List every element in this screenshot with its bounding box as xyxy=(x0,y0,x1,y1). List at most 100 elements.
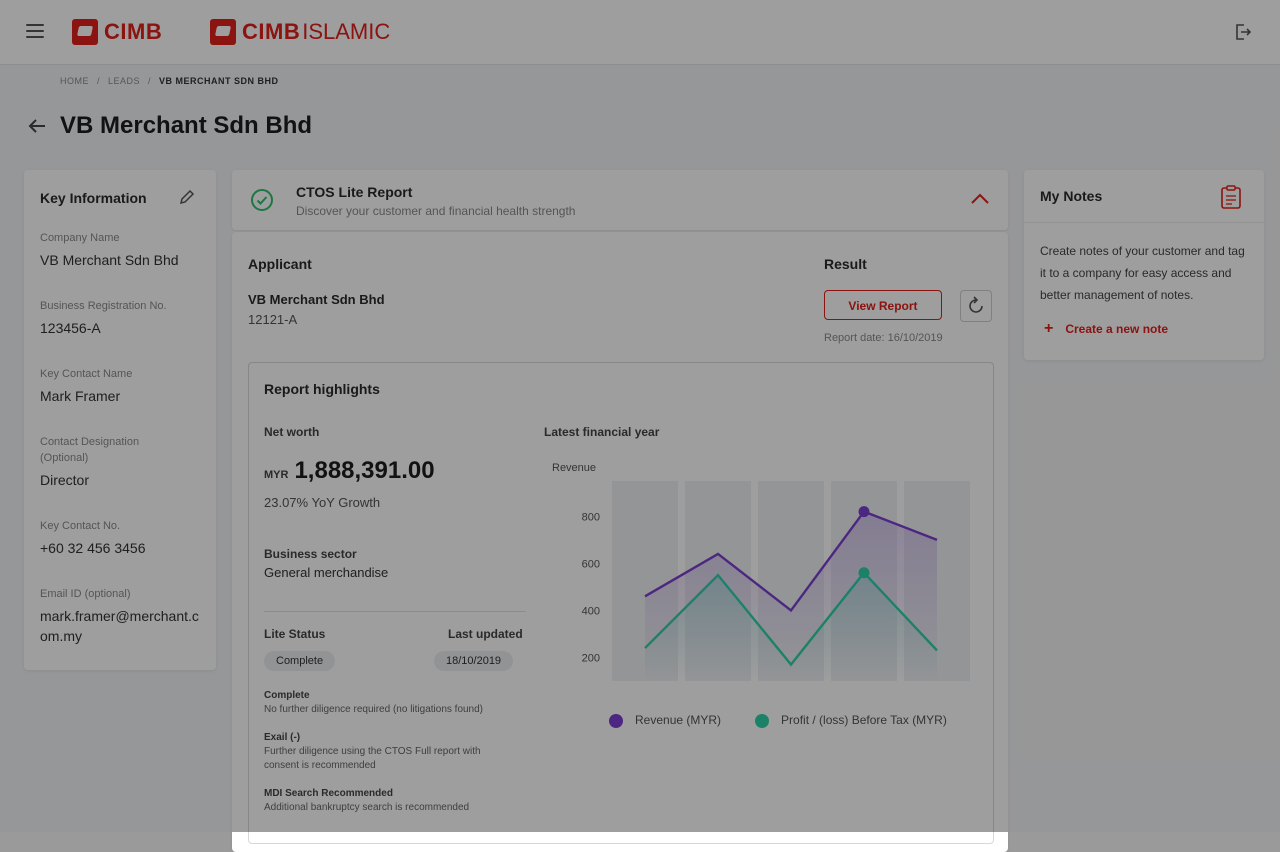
my-notes-title: My Notes xyxy=(1040,188,1103,204)
ctos-lite-report-body: Applicant VB Merchant Sdn Bhd 12121-A Re… xyxy=(232,232,1008,852)
legend-profit-label: Profit / (loss) Before Tax (MYR) xyxy=(781,713,947,727)
clipboard-icon[interactable] xyxy=(1220,184,1242,210)
chevron-up-icon[interactable] xyxy=(970,192,990,206)
company-name-field: Company Name VB Merchant Sdn Bhd xyxy=(40,230,205,270)
ctos-lite-report-header[interactable]: CTOS Lite Report Discover your customer … xyxy=(232,170,1008,230)
chart-y-tick-label: 600 xyxy=(582,558,600,570)
legend-revenue: Revenue (MYR) xyxy=(609,713,721,728)
status-legend-mdi: MDI Search Recommended Additional bankru… xyxy=(264,787,514,815)
back-arrow-icon[interactable] xyxy=(26,115,48,137)
cimb-logo-text: CIMB xyxy=(104,19,163,44)
logout-icon[interactable] xyxy=(1233,22,1253,42)
field-value: Mark Framer xyxy=(40,388,121,404)
plus-icon: + xyxy=(1044,320,1054,337)
legend-profit: Profit / (loss) Before Tax (MYR) xyxy=(755,713,947,728)
breadcrumb-current: VB MERCHANT SDN BHD xyxy=(159,76,279,86)
status-legend-desc: Further diligence using the CTOS Full re… xyxy=(264,746,481,771)
key-information-card: Key Information Company Name VB Merchant… xyxy=(24,170,216,670)
refresh-icon xyxy=(969,296,983,313)
status-legend-desc: No further diligence required (no litiga… xyxy=(264,704,484,715)
report-date: Report date: 16/10/2019 xyxy=(824,332,943,344)
business-sector-value: General merchandise xyxy=(264,565,389,580)
field-value: Director xyxy=(40,472,90,488)
my-notes-description: Create notes of your customer and tag it… xyxy=(1040,244,1245,302)
chart-highlight-point xyxy=(858,506,870,518)
net-worth-value: 1,888,391.00 xyxy=(294,457,435,484)
breadcrumb-leads[interactable]: LEADS xyxy=(108,76,140,86)
chart-legend: Revenue (MYR) Profit / (loss) Before Tax… xyxy=(609,713,947,728)
divider xyxy=(264,611,526,612)
status-legend-complete: Complete No further diligence required (… xyxy=(264,689,514,717)
lite-status-label: Lite Status xyxy=(264,627,326,641)
ctos-title: CTOS Lite Report xyxy=(296,184,413,200)
legend-revenue-swatch xyxy=(609,713,623,728)
check-circle-icon xyxy=(251,189,273,211)
hamburger-menu-icon[interactable] xyxy=(26,24,44,40)
chart-y-tick-label: 200 xyxy=(582,652,600,664)
chart-y-tick-label: 800 xyxy=(582,511,600,523)
divider xyxy=(1024,222,1264,223)
key-contact-name-field: Key Contact Name Mark Framer xyxy=(40,366,205,406)
net-worth-row: MYR 1,888,391.00 xyxy=(264,457,435,485)
status-legend-title: Exail (-) xyxy=(264,732,301,743)
page: CIMB CIMB ISLAMIC HOME / LEADS / VB MERC… xyxy=(0,0,1280,852)
business-sector-label: Business sector xyxy=(264,547,357,561)
field-value: mark.framer@merchant.com.my xyxy=(40,608,199,644)
legend-revenue-label: Revenue (MYR) xyxy=(635,713,722,727)
cimb-islamic-logo[interactable]: CIMB ISLAMIC xyxy=(210,18,390,46)
breadcrumb: HOME / LEADS / VB MERCHANT SDN BHD xyxy=(60,76,279,86)
cimb-islamic-logo-text-light: ISLAMIC xyxy=(302,19,391,44)
edit-pencil-icon[interactable] xyxy=(178,188,196,206)
status-legend-desc: Additional bankruptcy search is recommen… xyxy=(264,802,470,813)
chart-y-axis-label: Revenue xyxy=(552,462,596,474)
field-label: Contact Designation (Optional) xyxy=(40,436,140,464)
contact-designation-field: Contact Designation (Optional) Director xyxy=(40,434,160,490)
field-label: Company Name xyxy=(40,232,120,244)
last-updated-badge: 18/10/2019 xyxy=(434,651,514,671)
refresh-button[interactable] xyxy=(960,290,992,322)
report-highlights-title: Report highlights xyxy=(264,381,380,397)
net-worth-label: Net worth xyxy=(264,425,320,439)
chart-y-tick-label: 400 xyxy=(582,605,600,617)
create-note-link[interactable]: + Create a new note xyxy=(1044,320,1168,338)
status-legend-title: MDI Search Recommended xyxy=(264,788,393,799)
applicant-name: VB Merchant Sdn Bhd xyxy=(248,292,385,307)
create-note-label: Create a new note xyxy=(1065,322,1169,336)
field-value: +60 32 456 3456 xyxy=(40,540,146,556)
email-field: Email ID (optional) mark.framer@merchant… xyxy=(40,586,205,646)
registration-no-field: Business Registration No. 123456-A xyxy=(40,298,205,338)
applicant-label: Applicant xyxy=(248,256,312,272)
title-row: VB Merchant Sdn Bhd xyxy=(26,112,312,140)
field-label: Key Contact No. xyxy=(40,520,121,532)
result-label: Result xyxy=(824,256,867,272)
view-report-button[interactable]: View Report xyxy=(824,290,942,320)
yoy-growth: 23.07% YoY Growth xyxy=(264,495,381,510)
applicant-registration: 12121-A xyxy=(248,312,298,327)
cimb-logo[interactable]: CIMB xyxy=(72,18,162,46)
field-label: Email ID (optional) xyxy=(40,588,131,600)
legend-profit-swatch xyxy=(755,713,770,728)
my-notes-card: My Notes Create notes of your customer a… xyxy=(1024,170,1264,360)
chart-highlight-point xyxy=(858,567,870,579)
status-legend-title: Complete xyxy=(264,690,310,701)
breadcrumb-separator: / xyxy=(148,76,152,86)
top-header: CIMB CIMB ISLAMIC xyxy=(0,0,1280,65)
financial-line-chart: Revenue20040060080020132014201520162017 xyxy=(552,462,970,681)
cimb-islamic-logo-text-bold: CIMB xyxy=(242,19,301,44)
page-title: VB Merchant Sdn Bhd xyxy=(60,112,313,139)
ctos-subtitle: Discover your customer and financial hea… xyxy=(296,204,576,218)
field-value: VB Merchant Sdn Bhd xyxy=(40,252,179,268)
cimb-islamic-logo-mark-icon xyxy=(210,19,236,45)
lite-status-badge: Complete xyxy=(264,651,336,671)
cimb-logo-mark-icon xyxy=(72,19,98,45)
last-updated-label: Last updated xyxy=(448,627,523,641)
field-label: Business Registration No. xyxy=(40,300,167,312)
key-contact-no-field: Key Contact No. +60 32 456 3456 xyxy=(40,518,205,558)
breadcrumb-home[interactable]: HOME xyxy=(60,76,89,86)
status-legend-exail: Exail (-) Further diligence using the CT… xyxy=(264,731,514,773)
field-label: Key Contact Name xyxy=(40,368,133,380)
report-highlights-panel: Report highlights Net worth MYR 1,888,39… xyxy=(248,362,994,844)
key-information-title: Key Information xyxy=(40,190,147,206)
field-value: 123456-A xyxy=(40,320,101,336)
breadcrumb-separator: / xyxy=(97,76,101,86)
